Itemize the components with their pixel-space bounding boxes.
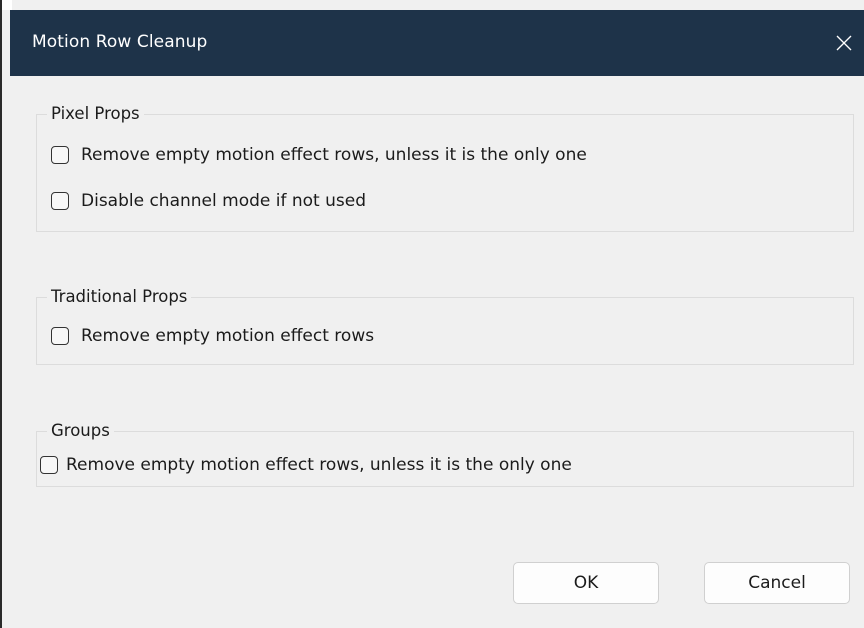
traditional-props-group: Traditional Props Remove empty motion ef… — [36, 287, 854, 365]
close-button[interactable] — [822, 10, 864, 76]
cancel-button[interactable]: Cancel — [704, 562, 850, 604]
title-bar[interactable]: Motion Row Cleanup — [10, 10, 864, 76]
close-icon — [836, 35, 852, 51]
ok-button[interactable]: OK — [513, 562, 659, 604]
remove-empty-rows-groups-checkbox[interactable] — [40, 456, 58, 474]
window-title: Motion Row Cleanup — [32, 32, 208, 52]
remove-empty-rows-pixel-checkbox[interactable] — [51, 146, 69, 164]
pixel-props-group: Pixel Props Remove empty motion effect r… — [36, 104, 854, 232]
groups-group: Groups Remove empty motion effect rows, … — [36, 421, 854, 487]
remove-empty-rows-traditional-checkbox[interactable] — [51, 327, 69, 345]
window-corner — [2, 0, 12, 10]
groups-legend: Groups — [47, 421, 114, 441]
disable-channel-mode-option[interactable]: Disable channel mode if not used — [51, 190, 366, 212]
remove-empty-rows-groups-option[interactable]: Remove empty motion effect rows, unless … — [40, 454, 572, 476]
dialog-window: Motion Row Cleanup Pixel Props Remove em… — [0, 0, 864, 628]
remove-empty-rows-pixel-option[interactable]: Remove empty motion effect rows, unless … — [51, 144, 587, 166]
disable-channel-mode-checkbox[interactable] — [51, 192, 69, 210]
pixel-props-legend: Pixel Props — [47, 104, 144, 124]
disable-channel-mode-label: Disable channel mode if not used — [81, 191, 366, 211]
remove-empty-rows-traditional-option[interactable]: Remove empty motion effect rows — [51, 325, 374, 347]
remove-empty-rows-traditional-label: Remove empty motion effect rows — [81, 326, 375, 346]
remove-empty-rows-groups-label: Remove empty motion effect rows, unless … — [66, 455, 572, 475]
traditional-props-legend: Traditional Props — [47, 287, 192, 307]
remove-empty-rows-pixel-label: Remove empty motion effect rows, unless … — [81, 145, 587, 165]
